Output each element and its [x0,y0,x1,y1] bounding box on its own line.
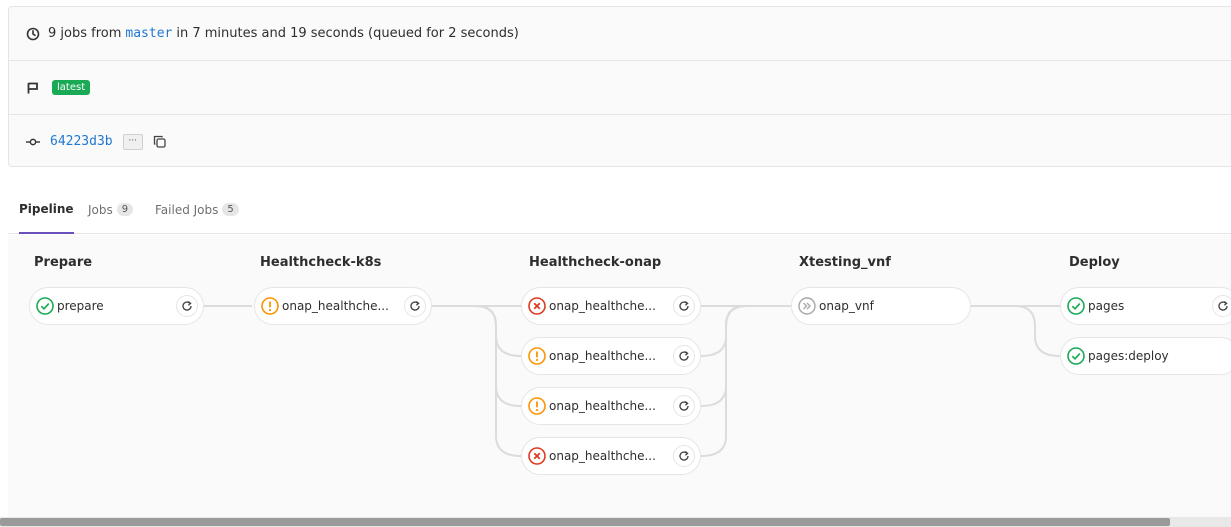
job-onap-healthcheck-k8s[interactable]: onap_healthche... [254,287,432,325]
tab-jobs-count: 9 [116,203,134,216]
job-name: pages [1088,299,1125,313]
summary-prefix: 9 jobs from [48,26,122,41]
status-success-icon [1067,347,1085,365]
job-onap-healthcheck-4[interactable]: onap_healthche... [521,437,701,475]
clock-icon [26,27,40,41]
job-name: prepare [57,299,104,313]
tab-pipeline-label: Pipeline [19,202,74,216]
retry-icon[interactable] [176,295,198,317]
job-onap-healthcheck-1[interactable]: onap_healthche... [521,287,701,325]
latest-badge: latest [52,80,91,95]
status-warning-icon [528,347,546,365]
commit-icon [26,135,40,149]
pipeline-tabs: Pipeline Jobs 9 Failed Jobs 5 [8,186,1231,234]
tab-jobs-label: Jobs [88,202,113,217]
stage-title-healthcheck-onap: Healthcheck-onap [529,255,662,270]
retry-icon[interactable] [1212,295,1231,317]
expand-commit-button[interactable]: ··· [122,133,143,150]
stage-title-deploy: Deploy [1069,255,1120,270]
tab-failed-jobs-count: 5 [222,203,239,216]
job-name: onap_healthche... [549,349,656,363]
tab-jobs[interactable]: Jobs 9 [88,186,134,233]
status-failed-icon [528,447,546,465]
stage-title-prepare: Prepare [34,255,93,270]
job-prepare[interactable]: prepare [29,287,204,325]
status-warning-icon [528,397,546,415]
status-warning-icon [261,297,279,315]
status-failed-icon [528,297,546,315]
pipeline-summary-row: 9 jobs from master in 7 minutes and 19 s… [9,7,1231,61]
tab-failed-jobs[interactable]: Failed Jobs 5 [155,186,239,233]
pipeline-ref-row: latest [9,61,1231,115]
scrollbar-thumb[interactable] [0,518,1170,526]
job-name: onap_vnf [819,299,874,313]
stage-title-xtesting-vnf: Xtesting_vnf [799,255,891,270]
retry-icon[interactable] [673,445,695,467]
job-onap-vnf[interactable]: onap_vnf [791,287,971,325]
status-success-icon [36,297,54,315]
summary-suffix: in 7 minutes and 19 seconds (queued for … [176,26,519,41]
job-name: onap_healthche... [549,449,656,463]
retry-icon[interactable] [673,395,695,417]
pipeline-info-panel: 9 jobs from master in 7 minutes and 19 s… [8,6,1231,167]
job-onap-healthcheck-2[interactable]: onap_healthche... [521,337,701,375]
job-name: onap_healthche... [549,299,656,313]
pipeline-commit-row: 64223d3b ··· [9,115,1231,168]
retry-icon[interactable] [673,295,695,317]
branch-link[interactable]: master [125,26,172,41]
retry-icon[interactable] [673,345,695,367]
status-success-icon [1067,297,1085,315]
job-name: pages:deploy [1088,349,1169,363]
tab-pipeline[interactable]: Pipeline [19,186,74,234]
job-onap-healthcheck-3[interactable]: onap_healthche... [521,387,701,425]
retry-icon[interactable] [404,295,426,317]
pipeline-graph: Prepare Healthcheck-k8s Healthcheck-onap… [8,235,1231,517]
stage-title-healthcheck-k8s: Healthcheck-k8s [260,255,382,270]
job-name: onap_healthche... [282,299,389,313]
job-pages-deploy[interactable]: pages:deploy [1060,337,1231,375]
status-skipped-icon [798,297,816,315]
job-pages[interactable]: pages [1060,287,1231,325]
job-name: onap_healthche... [549,399,656,413]
copy-icon[interactable] [153,135,166,148]
tab-failed-jobs-label: Failed Jobs [155,202,219,217]
commit-sha-link[interactable]: 64223d3b [50,134,113,149]
flag-icon [26,81,40,95]
